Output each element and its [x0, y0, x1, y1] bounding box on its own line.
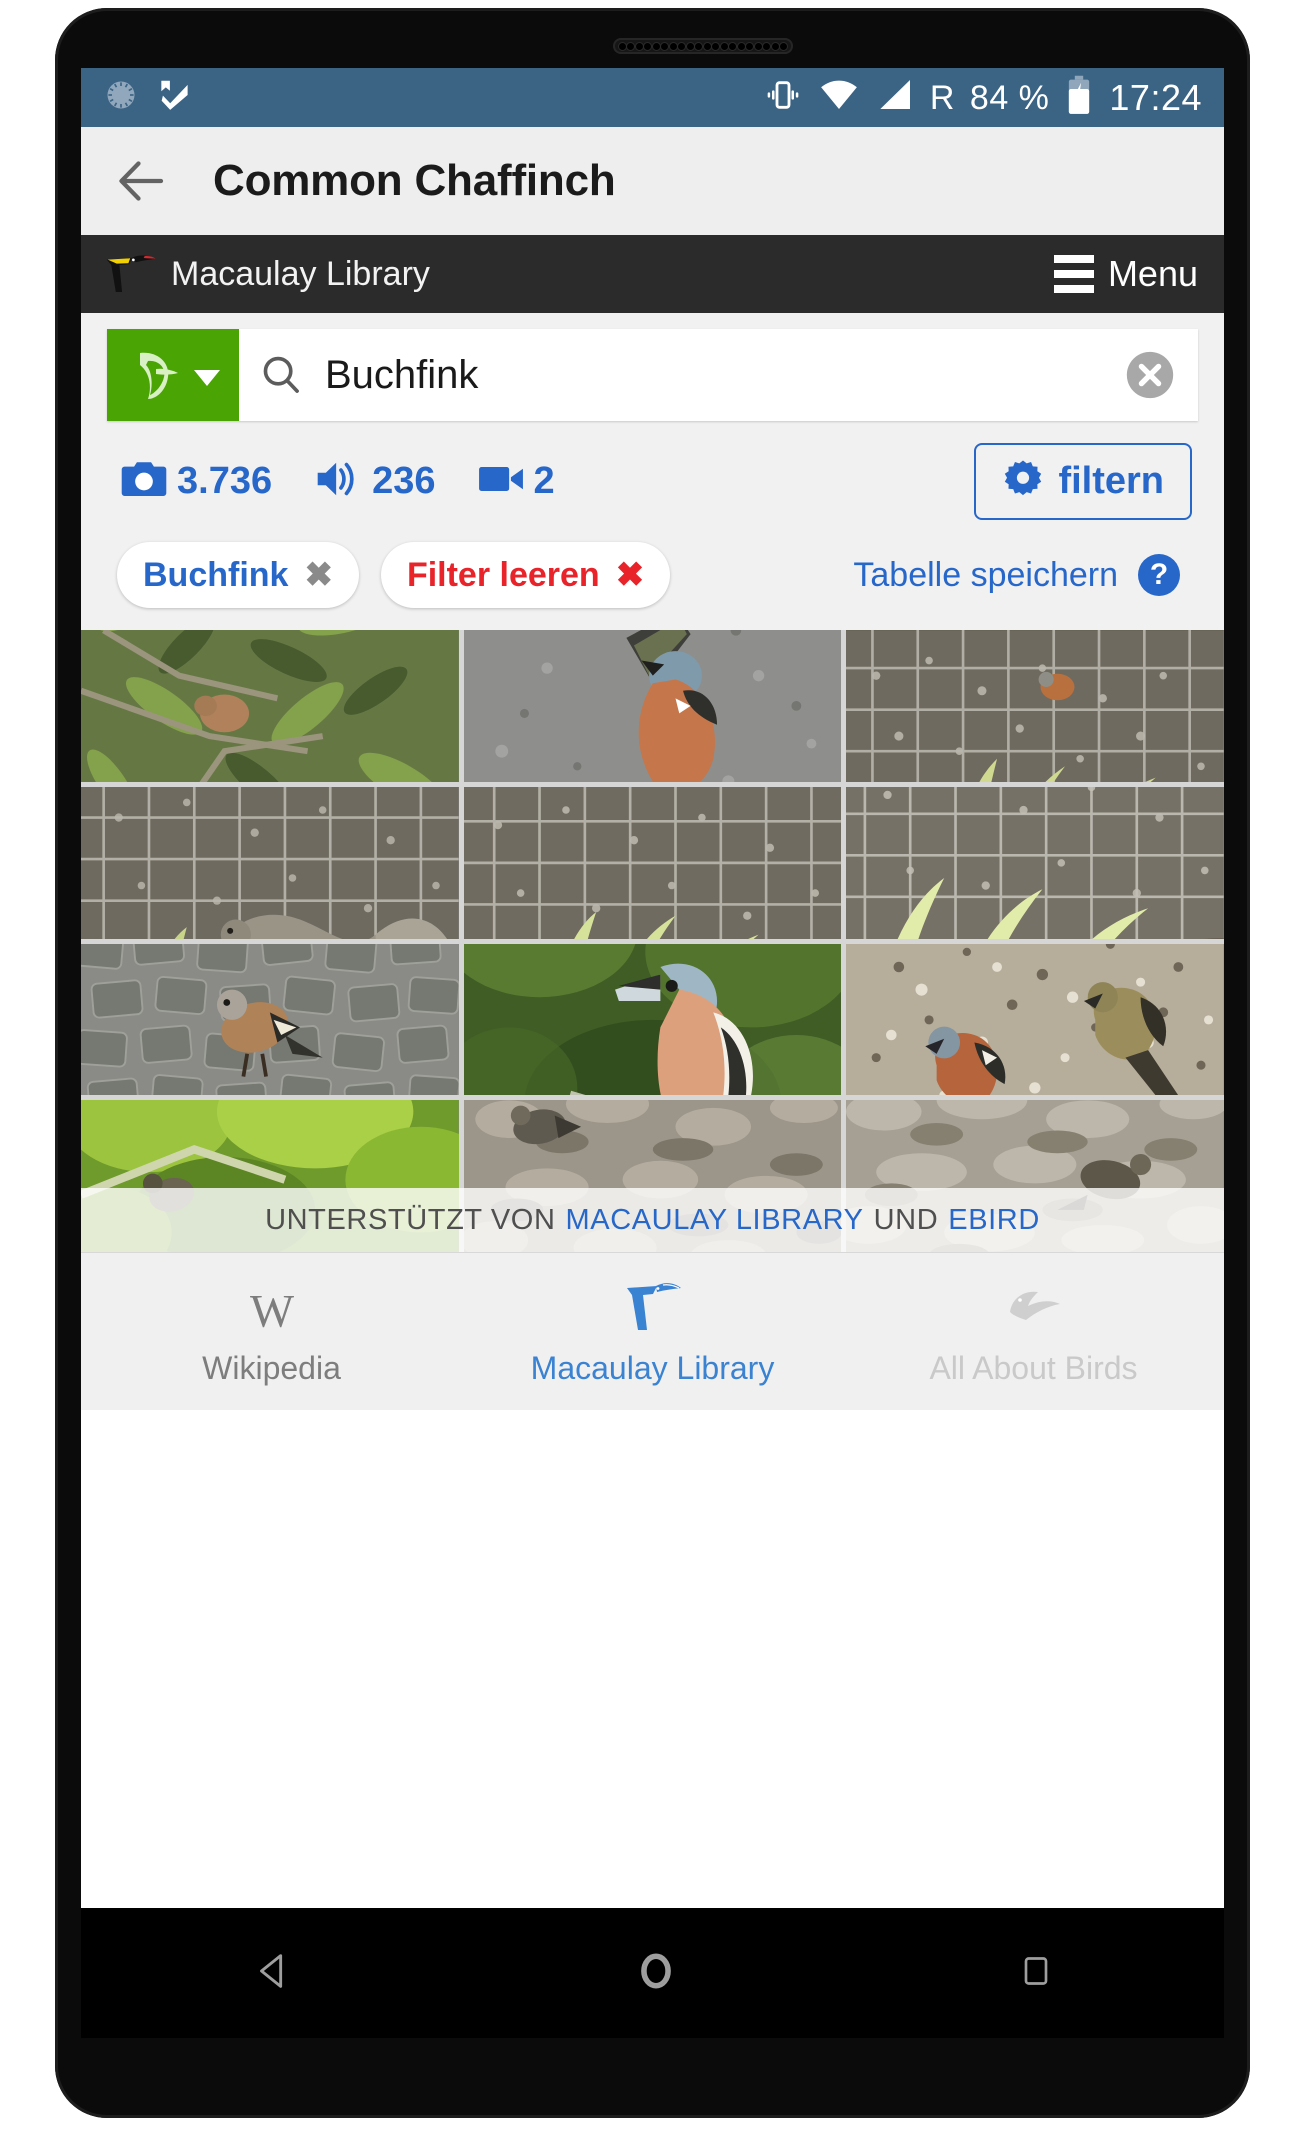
tab-all-about-birds-label: All About Birds [929, 1350, 1138, 1386]
bottom-tab-bar: W Wikipedia Macaulay Library All About B… [81, 1252, 1224, 1410]
tab-wikipedia[interactable]: W Wikipedia [81, 1253, 462, 1410]
video-icon [478, 462, 524, 501]
video-count-value: 2 [533, 460, 555, 502]
app-title-bar: Common Chaffinch [81, 127, 1224, 235]
chip-buchfink-label: Buchfink [143, 555, 289, 594]
filter-chips-row: Buchfink ✖ Filter leeren ✖ Tabelle speic… [107, 530, 1198, 630]
photo-thumb-3[interactable] [846, 630, 1224, 782]
help-question-icon[interactable]: ? [1138, 554, 1180, 596]
credit-bar: UNTERSTÜTZT VON MACAULAY LIBRARY UND EBI… [81, 1188, 1224, 1252]
filter-button-label: filtern [1058, 460, 1164, 502]
wifi-icon [818, 74, 860, 121]
search-filter-panel: Buchfink 3.736 236 2 filtern Buchfink ✖ … [81, 313, 1224, 630]
vibrate-icon [763, 75, 803, 120]
audio-count[interactable]: 236 [314, 458, 436, 505]
camera-icon [121, 459, 167, 504]
android-recents-button[interactable] [1016, 1951, 1056, 1996]
menu-label: Menu [1107, 253, 1198, 294]
cell-signal-icon [875, 75, 915, 120]
photo-count-value: 3.736 [177, 460, 273, 502]
phone-device-frame: R 84 % 17:24 Common Chaffinch Macaulay L… [55, 8, 1250, 2118]
chip-clear-filters-label: Filter leeren [406, 555, 600, 594]
page-title: Common Chaffinch [213, 156, 616, 205]
photo-grid: UNTERSTÜTZT VON MACAULAY LIBRARY UND EBI… [81, 630, 1224, 1252]
android-back-button[interactable] [250, 1948, 296, 1999]
chevron-down-icon [194, 370, 220, 386]
credit-prefix: UNTERSTÜTZT VON [265, 1203, 556, 1236]
photo-thumb-2[interactable] [463, 630, 842, 782]
site-brand-label: Macaulay Library [171, 254, 430, 293]
photo-thumb-6[interactable] [846, 786, 1224, 939]
android-navigation-bar [81, 1908, 1224, 2038]
tasks-check-icon [155, 76, 193, 119]
battery-charging-icon [1064, 74, 1094, 121]
chip-buchfink[interactable]: Buchfink ✖ [117, 542, 359, 608]
roaming-indicator: R [929, 78, 955, 117]
save-table-label: Tabelle speichern [853, 555, 1118, 594]
macaulay-bird-icon [623, 1276, 683, 1338]
credit-ebird-link[interactable]: EBIRD [948, 1204, 1040, 1237]
wikipedia-w-icon: W [243, 1276, 301, 1338]
menu-button[interactable]: Menu [1053, 253, 1198, 295]
battery-percent: 84 % [969, 78, 1050, 117]
phone-screen: R 84 % 17:24 Common Chaffinch Macaulay L… [81, 68, 1224, 1908]
sync-progress-icon [103, 77, 139, 118]
photo-thumb-1[interactable] [81, 630, 459, 782]
search-icon [253, 329, 309, 421]
search-input[interactable]: Buchfink [309, 329, 1102, 421]
tab-all-about-birds[interactable]: All About Birds [843, 1253, 1224, 1410]
chip-buchfink-remove-icon[interactable]: ✖ [304, 555, 333, 595]
svg-text:W: W [249, 1285, 293, 1337]
search-bar: Buchfink [107, 329, 1198, 421]
video-count[interactable]: 2 [478, 460, 555, 503]
android-status-bar: R 84 % 17:24 [81, 68, 1224, 127]
allaboutbirds-bird-icon [1004, 1276, 1064, 1338]
credit-macaulay-link[interactable]: MACAULAY LIBRARY [566, 1204, 864, 1237]
clear-circle-icon[interactable] [1102, 329, 1198, 421]
android-home-button[interactable] [633, 1948, 679, 1999]
filter-button[interactable]: filtern [974, 443, 1192, 520]
hamburger-icon [1053, 255, 1094, 293]
photo-thumb-9[interactable] [846, 943, 1224, 1096]
tab-wikipedia-label: Wikipedia [202, 1350, 341, 1386]
tab-macaulay-library[interactable]: Macaulay Library [462, 1253, 843, 1410]
photo-thumb-4[interactable] [81, 786, 459, 939]
photo-thumb-8[interactable] [463, 943, 842, 1096]
media-counts-row: 3.736 236 2 filtern [107, 421, 1198, 530]
macaulay-bird-logo-icon [105, 252, 159, 296]
gear-icon [1002, 458, 1044, 505]
photo-thumb-7[interactable] [81, 943, 459, 1096]
chip-clear-filters-remove-icon[interactable]: ✖ [616, 555, 645, 595]
earpiece-speaker-grille [613, 38, 793, 54]
site-header: Macaulay Library Menu [81, 235, 1224, 313]
credit-middle: UND [873, 1203, 939, 1236]
audio-count-value: 236 [372, 460, 436, 502]
green-bird-taxon-icon[interactable] [107, 329, 239, 421]
chip-clear-filters[interactable]: Filter leeren ✖ [380, 542, 671, 608]
photo-thumb-5[interactable] [463, 786, 842, 939]
clock: 17:24 [1109, 76, 1202, 118]
photo-count[interactable]: 3.736 [121, 459, 272, 504]
back-arrow-icon[interactable] [111, 151, 171, 211]
audio-icon [314, 458, 362, 505]
save-table-link[interactable]: Tabelle speichern ? [853, 554, 1192, 596]
tab-macaulay-library-label: Macaulay Library [530, 1350, 775, 1386]
